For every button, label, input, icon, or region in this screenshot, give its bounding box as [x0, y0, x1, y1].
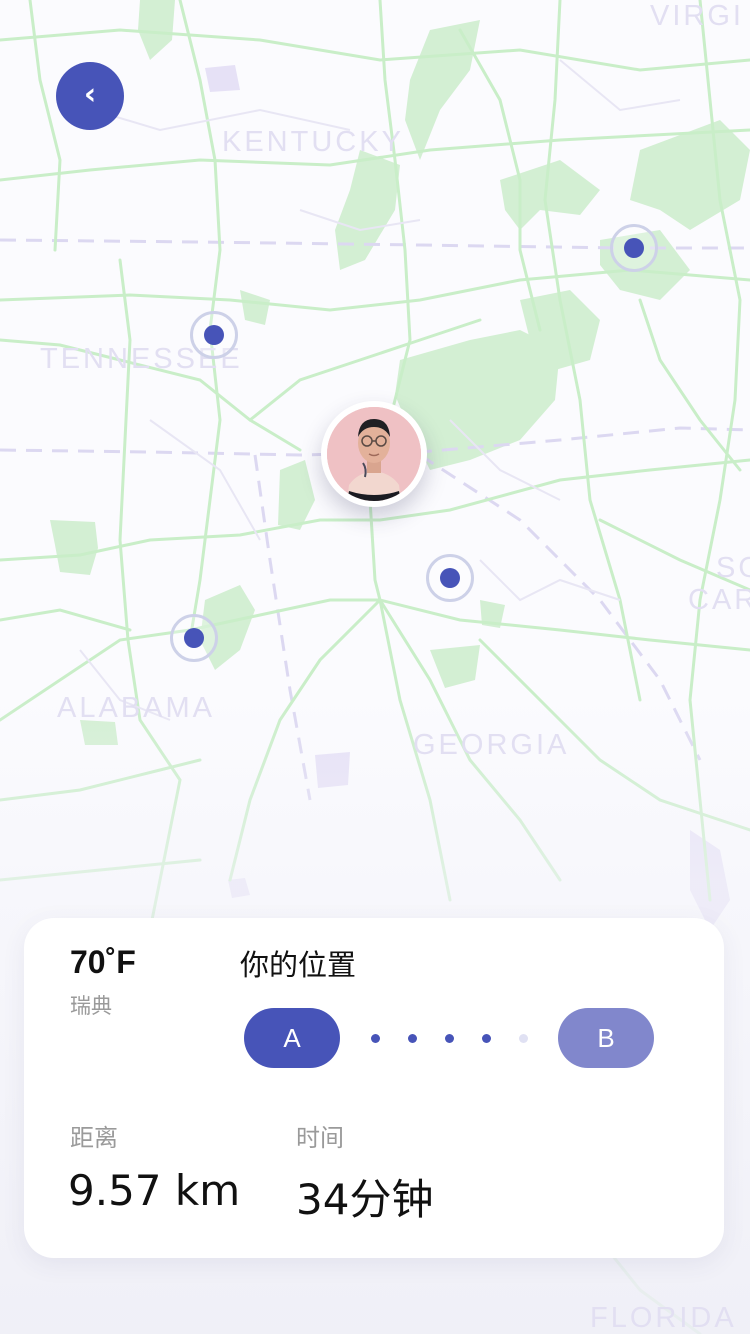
- chevron-left-icon: ‹: [83, 76, 97, 112]
- marker-dot: [184, 628, 204, 648]
- place-name: 瑞典: [70, 994, 112, 1018]
- route-progress-dot: [482, 1034, 491, 1043]
- marker-dot: [204, 325, 224, 345]
- route-progress-dot: [371, 1034, 380, 1043]
- state-label-georgia: GEORGIA: [413, 729, 570, 761]
- distance-value: 9.57 km: [68, 1166, 241, 1215]
- map-marker-alabama[interactable]: [170, 614, 218, 662]
- location-title: 你的位置: [240, 948, 357, 982]
- map-marker-northeast[interactable]: [610, 224, 658, 272]
- time-value: 34分钟: [296, 1175, 434, 1224]
- marker-dot: [440, 568, 460, 588]
- state-label-virginia: VIRGI: [650, 0, 744, 32]
- route-progress-dot-pending: [519, 1034, 528, 1043]
- route-info-card: 70˚F 瑞典 你的位置 A B 距离 9.57 km 时间 34分钟: [24, 918, 724, 1258]
- distance-label: 距离: [70, 1124, 118, 1152]
- state-label-alabama: ALABAMA: [57, 692, 215, 724]
- point-b-button[interactable]: B: [558, 1008, 654, 1068]
- user-avatar: [327, 407, 421, 501]
- map-marker-georgia[interactable]: [426, 554, 474, 602]
- state-label-south-carolina-line1: SO: [716, 552, 750, 584]
- map-marker-tennessee[interactable]: [190, 311, 238, 359]
- time-label: 时间: [296, 1124, 344, 1152]
- user-location-marker[interactable]: [321, 401, 427, 507]
- temperature-value: 70˚F: [70, 944, 136, 980]
- route-progress-dot: [445, 1034, 454, 1043]
- route-progress-dot: [408, 1034, 417, 1043]
- state-label-florida: FLORIDA: [590, 1302, 737, 1334]
- point-a-button[interactable]: A: [244, 1008, 340, 1068]
- back-button[interactable]: ‹: [56, 62, 124, 130]
- state-label-south-carolina-line2: CAR: [688, 584, 750, 616]
- state-label-kentucky: KENTUCKY: [222, 126, 404, 158]
- map-screen: KENTUCKY TENNESSEE ALABAMA GEORGIA VIRGI…: [0, 0, 750, 1334]
- marker-dot: [624, 238, 644, 258]
